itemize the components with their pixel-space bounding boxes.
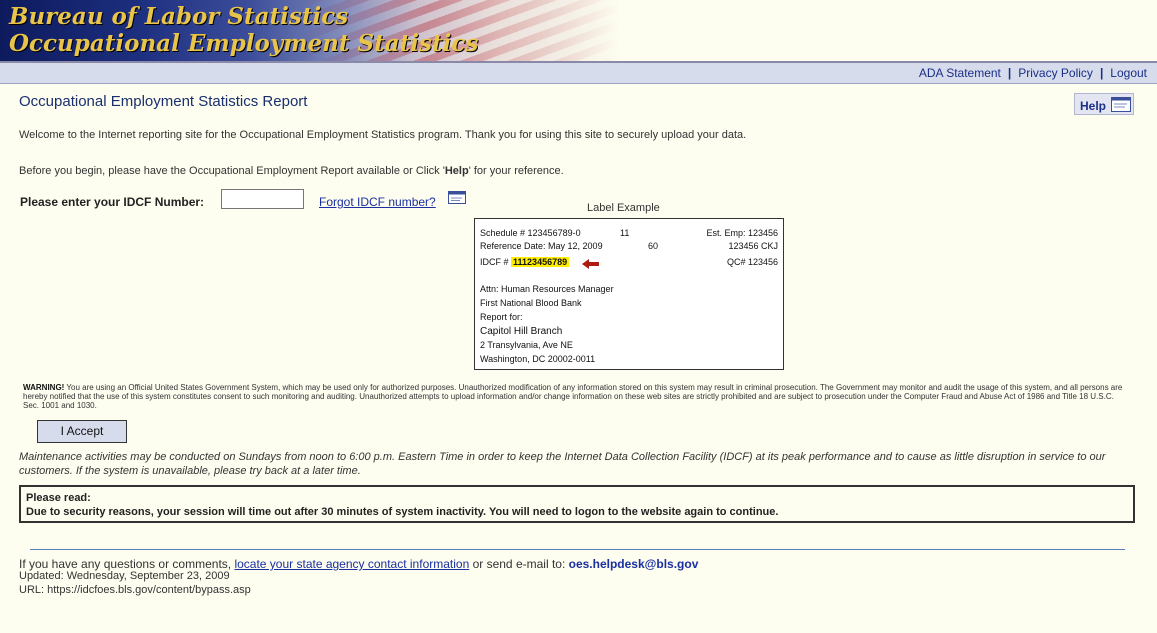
popup-window-icon[interactable]: [448, 191, 466, 204]
nav-separator: |: [1007, 66, 1012, 80]
top-navigation: ADA Statement | Privacy Policy | Logout: [0, 63, 1157, 84]
helpdesk-email[interactable]: oes.helpdesk@bls.gov: [569, 557, 699, 571]
arrow-left-icon: [582, 259, 599, 269]
label-report-for: Report for:: [480, 312, 523, 322]
label-city: Washington, DC 20002-0011: [480, 354, 596, 364]
label-example-image: Schedule # 123456789-0 11 Est. Emp: 1234…: [474, 218, 784, 370]
label-qc: QC# 123456: [726, 257, 778, 267]
security-warning: WARNING! You are using an Official Unite…: [23, 383, 1128, 410]
label-schedule-code: 11: [620, 228, 630, 238]
label-reference-right: 123456 CKJ: [728, 241, 778, 251]
forgot-idcf-link[interactable]: Forgot IDCF number?: [319, 195, 436, 209]
logout-link[interactable]: Logout: [1110, 66, 1147, 80]
privacy-policy-link[interactable]: Privacy Policy: [1018, 66, 1093, 80]
site-banner: Bureau of Labor Statistics Occupational …: [0, 0, 1157, 63]
banner-title-agency: Bureau of Labor Statistics: [9, 3, 349, 30]
page-title: Occupational Employment Statistics Repor…: [19, 93, 308, 110]
welcome-text: Welcome to the Internet reporting site f…: [19, 129, 747, 141]
label-idcf: IDCF # 11123456789: [480, 257, 570, 267]
maintenance-notice: Maintenance activities may be conducted …: [19, 451, 1106, 477]
warning-text: You are using an Official United States …: [23, 383, 1123, 410]
help-button[interactable]: Help: [1074, 93, 1134, 115]
i-accept-button[interactable]: I Accept: [37, 420, 127, 443]
label-street: 2 Transylvania, Ave NE: [480, 340, 573, 350]
session-timeout-notice: Please read: Due to security reasons, yo…: [19, 485, 1135, 523]
help-label: Help: [1080, 99, 1107, 113]
before-you-begin-text: Before you begin, please have the Occupa…: [19, 165, 564, 177]
label-example-caption: Label Example: [587, 202, 660, 214]
label-company: First National Blood Bank: [480, 298, 582, 308]
label-branch: Capitol Hill Branch: [480, 326, 563, 337]
notice-body: Due to security reasons, your session wi…: [26, 506, 779, 518]
label-reference-date: Reference Date: May 12, 2009: [480, 241, 603, 251]
help-reference: Help: [444, 165, 469, 177]
label-est-emp: Est. Emp: 123456: [706, 228, 778, 238]
warning-heading: WARNING!: [23, 383, 65, 392]
banner-title-program: Occupational Employment Statistics: [9, 30, 479, 57]
label-attn: Attn: Human Resources Manager: [480, 284, 614, 294]
idcf-number-label: Please enter your IDCF Number:: [20, 195, 205, 209]
label-reference-code: 60: [648, 241, 659, 251]
footer-divider: [30, 549, 1125, 550]
notice-heading: Please read:: [26, 492, 91, 504]
updated-date: Updated: Wednesday, September 23, 2009: [19, 570, 230, 582]
ada-statement-link[interactable]: ADA Statement: [919, 66, 1001, 80]
state-agency-contact-link[interactable]: locate your state agency contact informa…: [234, 557, 469, 571]
help-window-icon: [1111, 97, 1131, 112]
label-schedule: Schedule # 123456789-0: [480, 228, 581, 238]
nav-separator: |: [1099, 66, 1104, 80]
page-url: URL: https://idcfoes.bls.gov/content/byp…: [19, 584, 251, 596]
contact-line: If you have any questions or comments, l…: [19, 557, 699, 571]
idcf-number-input[interactable]: [221, 189, 304, 209]
label-idcf-number: 11123456789: [511, 257, 570, 267]
